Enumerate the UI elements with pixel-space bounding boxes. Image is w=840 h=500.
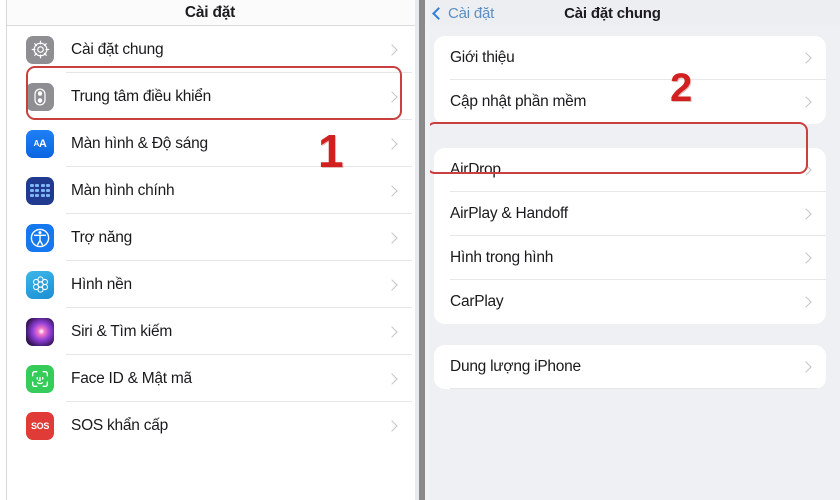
sidebar-item-display-brightness[interactable]: AA Màn hình & Độ sáng: [8, 120, 412, 167]
right-navbar: Cài đặt Cài đặt chung: [420, 0, 840, 26]
home-screen-icon: [26, 176, 54, 205]
sidebar-item-wallpaper[interactable]: Hình nền: [8, 261, 412, 308]
chevron-right-icon: [386, 184, 398, 197]
chevron-right-icon: [386, 372, 398, 385]
gear-icon: [26, 35, 54, 64]
list-item-label: AirPlay & Handoff: [450, 205, 568, 222]
step-marker-2: 2: [670, 66, 693, 110]
list-item-about[interactable]: Giới thiệu: [434, 36, 826, 80]
sidebar-item-label: Trung tâm điều khiển: [71, 87, 212, 105]
screen-left-edge: [0, 0, 7, 500]
page-title: Cài đặt chung: [564, 4, 661, 22]
chevron-right-icon: [800, 361, 812, 373]
sidebar-item-label: Trợ năng: [71, 228, 133, 246]
list-item-iphone-storage[interactable]: Dung lượng iPhone: [434, 345, 826, 389]
back-button-label: Cài đặt: [448, 4, 495, 22]
sidebar-item-label: Hình nền: [71, 275, 132, 293]
sos-icon: SOS: [26, 411, 54, 440]
chevron-right-icon: [800, 252, 812, 264]
sidebar-item-general[interactable]: Cài đặt chung: [8, 26, 412, 73]
sidebar-item-label: Cài đặt chung: [71, 40, 164, 58]
list-item-label: AirDrop: [450, 161, 501, 178]
chevron-right-icon: [386, 90, 398, 103]
row-separator: [450, 388, 826, 389]
siri-icon: [26, 317, 54, 346]
accessibility-icon: [26, 223, 54, 252]
chevron-left-icon: [432, 6, 445, 20]
face-id-icon: [26, 364, 54, 393]
left-navbar: Cài đặt: [0, 0, 420, 26]
list-item-carplay[interactable]: CarPlay: [434, 280, 826, 324]
settings-card-connectivity: AirDrop AirPlay & Handoff Hình trong hìn…: [434, 148, 826, 324]
back-button[interactable]: Cài đặt: [432, 4, 495, 22]
sidebar-item-face-id[interactable]: Face ID & Mật mã: [8, 355, 412, 402]
control-center-icon: [26, 82, 54, 111]
chevron-right-icon: [386, 231, 398, 244]
chevron-right-icon: [800, 296, 812, 308]
settings-list: Cài đặt chung Trung tâm điều khiển A A M…: [0, 26, 420, 449]
general-settings-list: Giới thiệu Cập nhật phần mềm AirDrop Air…: [420, 26, 840, 389]
sidebar-item-label: SOS khẩn cấp: [71, 416, 168, 434]
step-marker-1: 1: [318, 125, 344, 177]
aa-big-letter: A: [38, 137, 47, 150]
sidebar-item-accessibility[interactable]: Trợ năng: [8, 214, 412, 261]
sidebar-item-siri-search[interactable]: Siri & Tìm kiếm: [8, 308, 412, 355]
chevron-right-icon: [800, 208, 812, 220]
chevron-right-icon: [386, 278, 398, 291]
list-item-airplay-handoff[interactable]: AirPlay & Handoff: [434, 192, 826, 236]
chevron-right-icon: [800, 164, 812, 176]
list-item-airdrop[interactable]: AirDrop: [434, 148, 826, 192]
chevron-right-icon: [386, 43, 398, 56]
list-item-label: Dung lượng iPhone: [450, 358, 581, 375]
sidebar-item-label: Face ID & Mật mã: [71, 369, 192, 387]
chevron-right-icon: [800, 52, 812, 64]
sidebar-item-home-screen[interactable]: Màn hình chính: [8, 167, 412, 214]
list-item-label: Giới thiệu: [450, 49, 515, 66]
list-item-label: Cập nhật phần mềm: [450, 93, 587, 110]
list-item-picture-in-picture[interactable]: Hình trong hình: [434, 236, 826, 280]
settings-screen-left: Cài đặt Cài đặt chung Trung tâm điều khi…: [0, 0, 420, 500]
chevron-right-icon: [800, 96, 812, 108]
list-item-software-update[interactable]: Cập nhật phần mềm: [434, 80, 826, 124]
general-settings-screen-right: Cài đặt Cài đặt chung Giới thiệu Cập nhậ…: [420, 0, 840, 500]
chevron-right-icon: [386, 325, 398, 338]
app-grid-glyph: [30, 184, 50, 197]
display-brightness-icon: AA: [26, 129, 54, 158]
settings-card-info: Giới thiệu Cập nhật phần mềm: [434, 36, 826, 124]
sidebar-item-label: Màn hình chính: [71, 181, 175, 199]
chevron-right-icon: [386, 137, 398, 150]
wallpaper-icon: [26, 270, 54, 299]
sidebar-item-control-center[interactable]: Trung tâm điều khiển: [8, 73, 412, 120]
page-title: Cài đặt: [184, 3, 236, 21]
list-item-label: Hình trong hình: [450, 249, 554, 266]
sidebar-item-label: Màn hình & Độ sáng: [71, 134, 208, 152]
settings-card-storage: Dung lượng iPhone: [434, 345, 826, 389]
sidebar-item-emergency-sos[interactable]: SOS SOS khẩn cấp: [8, 402, 412, 449]
chevron-right-icon: [386, 419, 398, 432]
sos-label: SOS: [30, 420, 50, 431]
tutorial-screenshot: Cài đặt Cài đặt chung Trung tâm điều khi…: [0, 0, 840, 500]
sidebar-item-label: Siri & Tìm kiếm: [71, 322, 173, 340]
list-item-label: CarPlay: [450, 293, 504, 310]
settings-group: Cài đặt chung Trung tâm điều khiển A A M…: [8, 26, 412, 449]
